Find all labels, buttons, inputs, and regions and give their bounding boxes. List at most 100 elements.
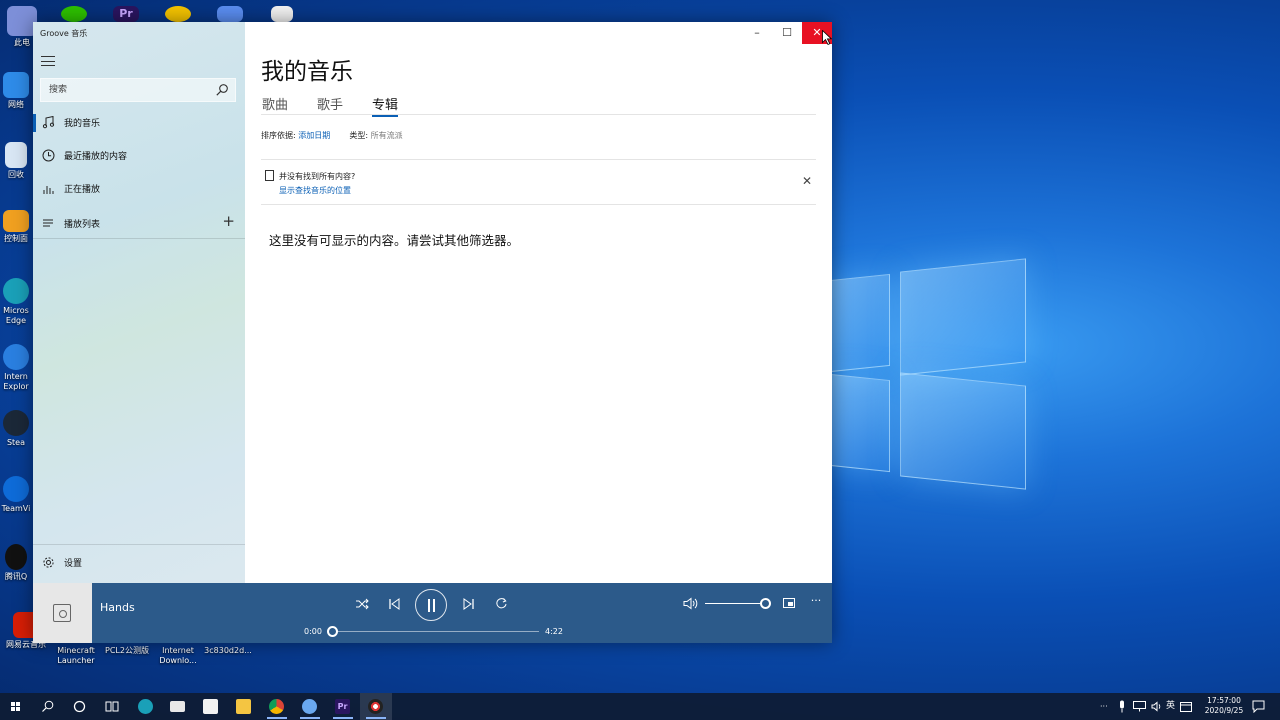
taskbar-store[interactable] xyxy=(195,693,227,720)
pause-button[interactable] xyxy=(415,589,447,621)
sidebar-item-now-playing[interactable]: 正在播放 xyxy=(33,174,245,204)
app-icon xyxy=(302,699,317,714)
taskbar-groove[interactable] xyxy=(360,693,392,720)
network-icon[interactable] xyxy=(1133,701,1146,712)
show-music-location-link[interactable]: 显示查找音乐的位置 xyxy=(279,185,351,196)
mini-player-icon[interactable] xyxy=(783,598,795,608)
desktop-icon-internet-download[interactable]: Internet Downlo... xyxy=(152,646,204,666)
seek-thumb[interactable] xyxy=(327,626,338,637)
premiere-icon: Pr xyxy=(335,699,350,714)
microphone-icon[interactable] xyxy=(1118,700,1126,713)
player-bar: Hands 0:00 4:22 ··· xyxy=(33,583,832,643)
bars-icon xyxy=(43,186,54,194)
empty-state-message: 这里没有可显示的内容。请尝试其他筛选器。 xyxy=(269,233,520,248)
repeat-icon[interactable] xyxy=(495,597,508,610)
groove-window: Groove 音乐 我的音乐 最近播放的内容 正在播放 播放列表 + 设置 xyxy=(33,22,832,643)
notification-icon[interactable] xyxy=(1252,700,1265,713)
settings-label: 设置 xyxy=(64,559,83,569)
genre-dropdown[interactable]: 所有流派 xyxy=(371,131,403,140)
volume-slider[interactable] xyxy=(705,598,771,609)
taskbar-app[interactable] xyxy=(294,693,326,720)
desktop-icon-app[interactable] xyxy=(160,6,196,22)
tab-albums[interactable]: 专辑 xyxy=(372,94,399,117)
sort-dropdown[interactable]: 添加日期 xyxy=(298,131,330,140)
search-icon xyxy=(42,700,54,712)
windows-start-icon xyxy=(11,702,20,711)
sidebar-item-settings[interactable]: 设置 xyxy=(33,548,245,578)
desktop-icon-wechat[interactable] xyxy=(56,6,92,22)
minimize-button[interactable]: – xyxy=(742,22,772,44)
cortana-button[interactable] xyxy=(64,693,96,720)
premiere-icon: Pr xyxy=(113,6,139,22)
mouse-cursor-icon xyxy=(822,30,832,45)
add-playlist-button[interactable]: + xyxy=(222,214,235,229)
previous-icon[interactable] xyxy=(388,598,401,610)
hamburger-menu-icon[interactable] xyxy=(41,56,55,66)
more-options-icon[interactable]: ··· xyxy=(808,594,824,607)
sidebar-item-label: 最近播放的内容 xyxy=(64,152,128,162)
wechat-icon xyxy=(61,6,87,22)
start-button[interactable] xyxy=(0,693,32,720)
doc-icon xyxy=(271,6,293,22)
notice-text: 并没有找到所有内容? xyxy=(279,172,356,181)
search-box[interactable] xyxy=(40,78,236,102)
qq-penguin-icon xyxy=(5,544,27,570)
gear-icon xyxy=(43,557,54,568)
taskbar-premiere[interactable]: Pr xyxy=(327,693,359,720)
edge-icon xyxy=(3,278,29,304)
page-title: 我的音乐 xyxy=(261,59,353,85)
seek-bar[interactable] xyxy=(327,626,539,637)
tab-songs[interactable]: 歌曲 xyxy=(262,94,288,113)
taskbar-chrome[interactable] xyxy=(261,693,293,720)
search-icon[interactable] xyxy=(215,83,229,97)
ime-indicator[interactable]: 英 xyxy=(1166,693,1175,720)
desktop-icon-minecraft[interactable]: Minecraft Launcher xyxy=(50,646,102,666)
divider xyxy=(261,114,816,115)
close-icon[interactable]: ✕ xyxy=(802,174,812,188)
desktop-icon-file[interactable]: 3c830d2d... xyxy=(202,646,254,656)
taskbar-explorer[interactable] xyxy=(228,693,260,720)
taskbar: Pr ··· 英 17:57:00 2020/9/25 xyxy=(0,693,1280,720)
desktop-icon-feishu[interactable] xyxy=(212,6,248,22)
sidebar-item-recent[interactable]: 最近播放的内容 xyxy=(33,141,245,171)
taskbar-edge[interactable] xyxy=(130,693,162,720)
taskbar-mail[interactable] xyxy=(162,693,194,720)
cortana-icon xyxy=(73,700,86,713)
sidebar-item-playlists[interactable]: 播放列表 + xyxy=(33,209,245,239)
desktop-icon-pcl2[interactable]: PCL2公测版 xyxy=(100,646,154,656)
search-input[interactable] xyxy=(41,79,211,101)
sort-filter-row: 排序依据: 添加日期 类型: 所有流派 xyxy=(261,130,403,141)
track-title[interactable]: Hands xyxy=(100,601,135,614)
playlist-icon xyxy=(43,219,53,227)
store-icon xyxy=(203,699,218,714)
network-icon xyxy=(3,72,29,98)
missing-content-notice: 并没有找到所有内容? 显示查找音乐的位置 ✕ xyxy=(261,159,816,205)
control-panel-icon xyxy=(3,210,29,232)
album-art[interactable] xyxy=(33,583,92,643)
tab-artists[interactable]: 歌手 xyxy=(317,94,343,113)
volume-icon[interactable] xyxy=(1151,701,1163,712)
taskbar-search-button[interactable] xyxy=(32,693,64,720)
next-icon[interactable] xyxy=(462,598,475,610)
calendar-tray-icon[interactable] xyxy=(1180,701,1192,712)
system-clock[interactable]: 17:57:00 2020/9/25 xyxy=(1196,696,1252,716)
folder-icon xyxy=(236,699,251,714)
clock-icon xyxy=(42,149,55,162)
internet-explorer-icon xyxy=(3,344,29,370)
task-view-button[interactable] xyxy=(96,693,128,720)
sidebar-item-my-music[interactable]: 我的音乐 xyxy=(33,108,245,138)
desktop-icon-premiere[interactable]: Pr xyxy=(108,6,144,22)
desktop-icon-doc[interactable] xyxy=(264,6,300,22)
sidebar-item-label: 播放列表 xyxy=(64,220,101,230)
tray-more-button[interactable]: ··· xyxy=(1100,693,1108,720)
volume-icon[interactable] xyxy=(683,597,698,610)
steam-icon xyxy=(3,410,29,436)
groove-music-icon xyxy=(368,699,383,714)
volume-thumb[interactable] xyxy=(760,598,771,609)
sidebar-item-label: 我的音乐 xyxy=(64,119,101,129)
clock-time: 17:57:00 xyxy=(1207,696,1241,705)
shuffle-icon[interactable] xyxy=(355,598,369,610)
maximize-button[interactable]: ☐ xyxy=(772,22,802,44)
sidebar-item-label: 正在播放 xyxy=(64,185,101,195)
clock-date: 2020/9/25 xyxy=(1204,706,1244,715)
